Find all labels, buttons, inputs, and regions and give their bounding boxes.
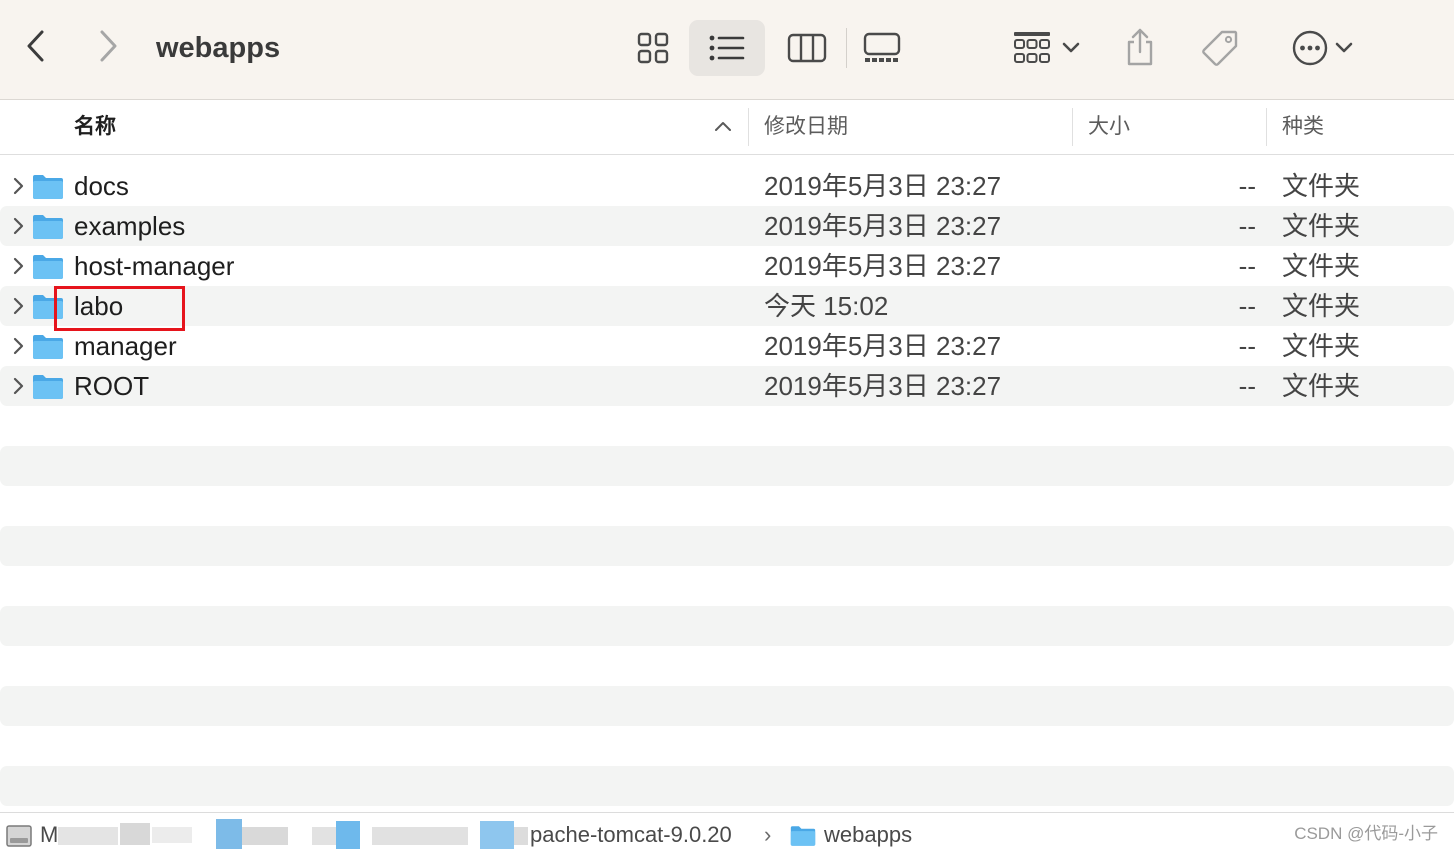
file-name: host-manager [74, 251, 235, 281]
table-row[interactable]: labo 今天 15:02 -- 文件夹 [0, 286, 1454, 326]
file-name: ROOT [74, 371, 150, 401]
share-button[interactable] [1118, 22, 1162, 72]
file-date: 2019年5月3日 23:27 [764, 371, 1002, 401]
icon-view-button[interactable] [615, 20, 691, 76]
file-kind: 文件夹 [1282, 371, 1361, 401]
columns-icon [787, 33, 827, 63]
table-row[interactable]: ROOT 2019年5月3日 23:27 -- 文件夹 [0, 366, 1454, 406]
sort-ascending-icon[interactable] [714, 120, 732, 132]
disclosure-triangle-icon[interactable] [8, 336, 28, 356]
chevron-down-icon [1062, 42, 1080, 53]
tag-button[interactable] [1196, 24, 1244, 72]
toolbar: webapps [0, 0, 1454, 100]
disclosure-triangle-icon[interactable] [8, 256, 28, 276]
column-divider[interactable] [748, 108, 749, 146]
column-name-header[interactable]: 名称 [74, 100, 116, 154]
file-kind: 文件夹 [1282, 251, 1361, 281]
column-date-header[interactable]: 修改日期 [764, 100, 848, 154]
file-size: -- [1238, 171, 1256, 201]
chevron-left-icon [27, 30, 44, 62]
table-row[interactable]: examples 2019年5月3日 23:27 -- 文件夹 [0, 206, 1454, 246]
more-button[interactable] [1282, 24, 1362, 72]
column-size-header[interactable]: 大小 [1088, 100, 1130, 154]
grid-icon [637, 32, 669, 64]
file-date: 2019年5月3日 23:27 [764, 331, 1002, 361]
empty-row-stripe [0, 766, 1454, 806]
file-date: 2019年5月3日 23:27 [764, 251, 1002, 281]
path-bar: M pache-tomcat-9.0.20 › webapps [0, 812, 1454, 856]
file-size: -- [1238, 251, 1256, 281]
file-list: docs 2019年5月3日 23:27 -- 文件夹 examples 201… [0, 166, 1454, 406]
file-kind: 文件夹 [1282, 331, 1361, 361]
chevron-right-icon [100, 30, 117, 62]
table-row[interactable]: host-manager 2019年5月3日 23:27 -- 文件夹 [0, 246, 1454, 286]
table-row[interactable]: docs 2019年5月3日 23:27 -- 文件夹 [0, 166, 1454, 206]
empty-row-stripe [0, 686, 1454, 726]
path-item-root[interactable]: M [40, 813, 58, 857]
table-row[interactable]: manager 2019年5月3日 23:27 -- 文件夹 [0, 326, 1454, 366]
folder-icon [33, 335, 63, 359]
column-view-button[interactable] [769, 20, 845, 76]
chevron-down-icon [1335, 42, 1353, 53]
file-date: 今天 15:02 [764, 291, 889, 321]
path-item-current[interactable]: webapps [824, 813, 912, 857]
hard-drive-icon[interactable] [6, 825, 32, 847]
file-size: -- [1238, 331, 1256, 361]
path-separator: › [764, 822, 772, 847]
highlight-annotation [54, 286, 185, 331]
file-size: -- [1238, 211, 1256, 241]
file-size: -- [1238, 371, 1256, 401]
folder-icon [33, 175, 63, 199]
empty-row-stripe [0, 526, 1454, 566]
path-item-parent[interactable]: pache-tomcat-9.0.20 [530, 813, 732, 857]
column-divider[interactable] [1072, 108, 1073, 146]
file-kind: 文件夹 [1282, 171, 1361, 201]
group-button[interactable] [1006, 24, 1086, 72]
column-divider[interactable] [1266, 108, 1267, 146]
back-button[interactable] [16, 26, 56, 66]
folder-icon [790, 826, 816, 846]
file-name: docs [74, 171, 129, 201]
file-date: 2019年5月3日 23:27 [764, 171, 1002, 201]
disclosure-triangle-icon[interactable] [8, 176, 28, 196]
empty-row-stripe [0, 446, 1454, 486]
file-size: -- [1238, 291, 1256, 321]
disclosure-triangle-icon[interactable] [8, 376, 28, 396]
tag-icon [1202, 30, 1238, 66]
gallery-view-button[interactable] [844, 20, 920, 76]
disclosure-triangle-icon[interactable] [8, 216, 28, 236]
share-icon [1127, 28, 1153, 66]
column-header: 名称 修改日期 大小 种类 [0, 100, 1454, 155]
column-kind-header[interactable]: 种类 [1282, 100, 1324, 154]
gallery-icon [863, 32, 901, 62]
file-kind: 文件夹 [1282, 211, 1361, 241]
list-view-button[interactable] [689, 20, 765, 76]
folder-icon [33, 215, 63, 239]
group-icon [1014, 32, 1050, 63]
disclosure-triangle-icon[interactable] [8, 296, 28, 316]
empty-row-stripe [0, 606, 1454, 646]
folder-icon [33, 255, 63, 279]
window-title: webapps [156, 32, 281, 64]
folder-icon [33, 375, 63, 399]
file-date: 2019年5月3日 23:27 [764, 211, 1002, 241]
file-name: manager [74, 331, 177, 361]
list-icon [709, 35, 745, 61]
watermark: CSDN @代码-小子 [1294, 824, 1438, 843]
file-name: examples [74, 211, 186, 241]
file-kind: 文件夹 [1282, 291, 1361, 321]
more-icon [1292, 30, 1328, 66]
forward-button[interactable] [88, 26, 128, 66]
